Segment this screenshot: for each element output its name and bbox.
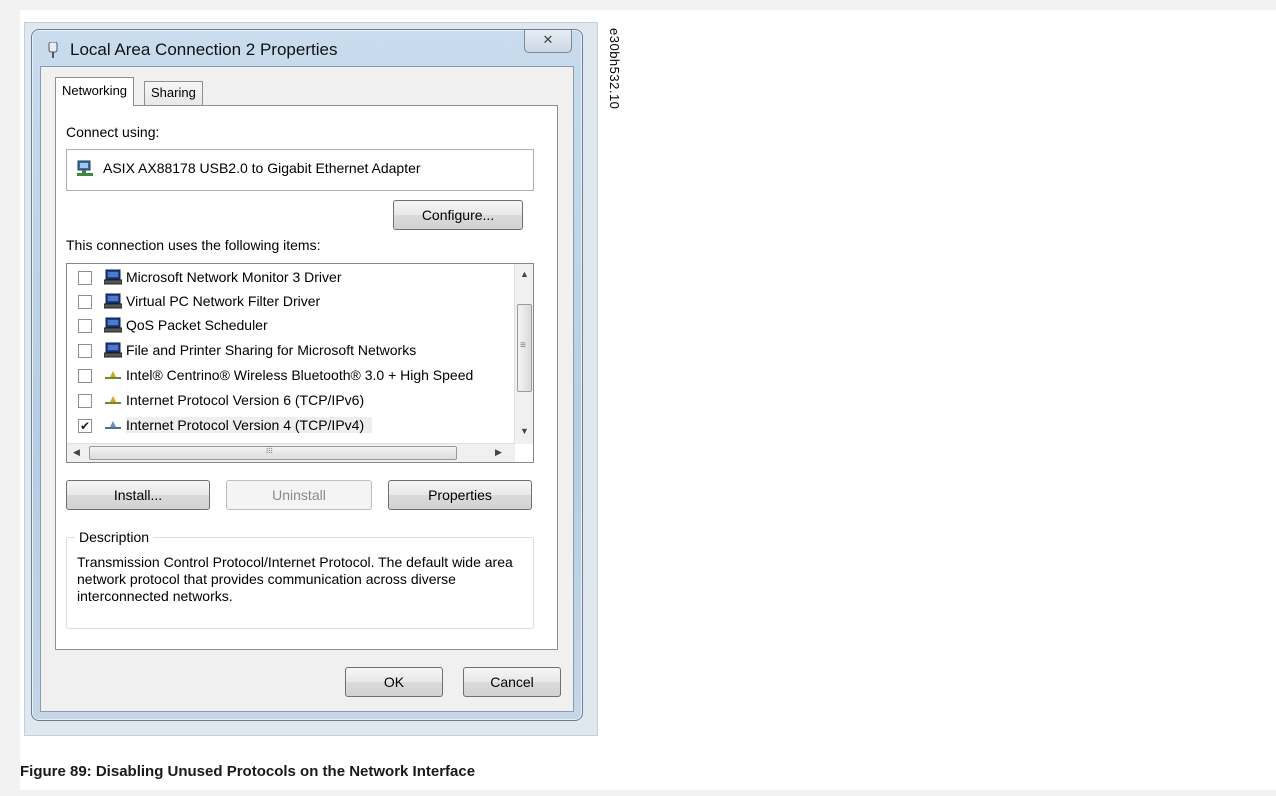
item-label: Virtual PC Network Filter Driver <box>126 293 321 309</box>
vertical-scrollbar[interactable]: ▲ ≡ ▼ <box>514 264 533 444</box>
list-item-selected[interactable]: ✔ Internet Protocol Version 4 (TCP/IPv4) <box>67 414 507 438</box>
list-item[interactable]: Virtual PC Network Filter Driver <box>67 290 507 314</box>
configure-button[interactable]: Configure... <box>393 200 523 230</box>
client-icon <box>104 342 122 358</box>
item-checkbox[interactable] <box>78 344 92 358</box>
dialog-client-area: Networking Sharing Connect using: ASIX A… <box>40 66 574 712</box>
description-group: Description Transmission Control Protoco… <box>66 529 534 629</box>
horizontal-scrollbar[interactable]: ◀ ⦙⦙⦙ ▶ <box>67 443 515 462</box>
adapter-name: ASIX AX88178 USB2.0 to Gigabit Ethernet … <box>103 160 421 176</box>
protocol-icon <box>105 421 121 429</box>
list-item[interactable]: Microsoft Network Monitor 3 Driver <box>67 266 507 290</box>
list-item[interactable]: Internet Protocol Version 6 (TCP/IPv6) <box>67 389 507 413</box>
item-checkbox[interactable] <box>78 271 92 285</box>
network-connection-icon <box>48 42 58 58</box>
item-label: Intel® Centrino® Wireless Bluetooth® 3.0… <box>126 367 474 383</box>
list-item[interactable]: Intel® Centrino® Wireless Bluetooth® 3.0… <box>67 364 507 388</box>
adapter-field: ASIX AX88178 USB2.0 to Gigabit Ethernet … <box>66 149 534 191</box>
tab-sharing[interactable]: Sharing <box>144 81 203 107</box>
item-checkbox[interactable] <box>78 394 92 408</box>
item-label: File and Printer Sharing for Microsoft N… <box>126 342 417 358</box>
item-label: Internet Protocol Version 6 (TCP/IPv6) <box>126 392 365 408</box>
scroll-right-icon[interactable]: ▶ <box>495 447 502 458</box>
item-label: Internet Protocol Version 4 (TCP/IPv4) <box>126 417 373 433</box>
description-text: Transmission Control Protocol/Internet P… <box>77 554 513 604</box>
grip-icon: ≡ <box>520 340 526 351</box>
close-button[interactable]: ✕ <box>524 30 572 53</box>
properties-dialog: Local Area Connection 2 Properties ✕ Net… <box>31 29 583 721</box>
connect-using-label: Connect using: <box>66 124 160 140</box>
uninstall-button[interactable]: Uninstall <box>226 480 372 510</box>
figure-caption: Figure 89: Disabling Unused Protocols on… <box>20 763 476 780</box>
item-label: QoS Packet Scheduler <box>126 317 268 333</box>
networking-tab-page: Connect using: ASIX AX88178 USB2.0 to Gi… <box>55 105 558 650</box>
client-icon <box>104 317 122 333</box>
screenshot-frame: Local Area Connection 2 Properties ✕ Net… <box>24 22 598 736</box>
description-legend: Description <box>75 529 154 545</box>
cancel-button[interactable]: Cancel <box>463 667 561 697</box>
item-checkbox[interactable] <box>78 369 92 383</box>
item-label: Microsoft Network Monitor 3 Driver <box>126 269 342 285</box>
figure-code: e30bh532.10 <box>607 28 622 110</box>
item-checkbox[interactable] <box>78 319 92 333</box>
properties-button[interactable]: Properties <box>388 480 532 510</box>
vertical-scroll-thumb[interactable]: ≡ <box>517 304 532 392</box>
scroll-down-icon[interactable]: ▼ <box>520 426 529 436</box>
scroll-left-icon[interactable]: ◀ <box>73 447 80 458</box>
install-button[interactable]: Install... <box>66 480 210 510</box>
client-icon <box>104 293 122 309</box>
protocol-icon <box>105 396 121 404</box>
grip-icon: ⦙⦙⦙ <box>266 445 273 456</box>
list-item[interactable]: QoS Packet Scheduler <box>67 314 507 338</box>
items-label: This connection uses the following items… <box>66 237 321 253</box>
client-icon <box>104 269 122 285</box>
items-list[interactable]: Microsoft Network Monitor 3 Driver Virtu… <box>66 263 534 463</box>
protocol-icon <box>105 371 121 379</box>
network-adapter-icon <box>77 160 93 176</box>
dialog-title: Local Area Connection 2 Properties <box>70 40 338 59</box>
list-item[interactable]: File and Printer Sharing for Microsoft N… <box>67 339 507 363</box>
tab-networking[interactable]: Networking <box>55 77 135 106</box>
horizontal-scroll-thumb[interactable]: ⦙⦙⦙ <box>89 445 457 460</box>
item-checkbox-checked[interactable]: ✔ <box>78 419 92 433</box>
scroll-up-icon[interactable]: ▲ <box>520 269 529 279</box>
item-checkbox[interactable] <box>78 295 92 309</box>
ok-button[interactable]: OK <box>345 667 443 697</box>
